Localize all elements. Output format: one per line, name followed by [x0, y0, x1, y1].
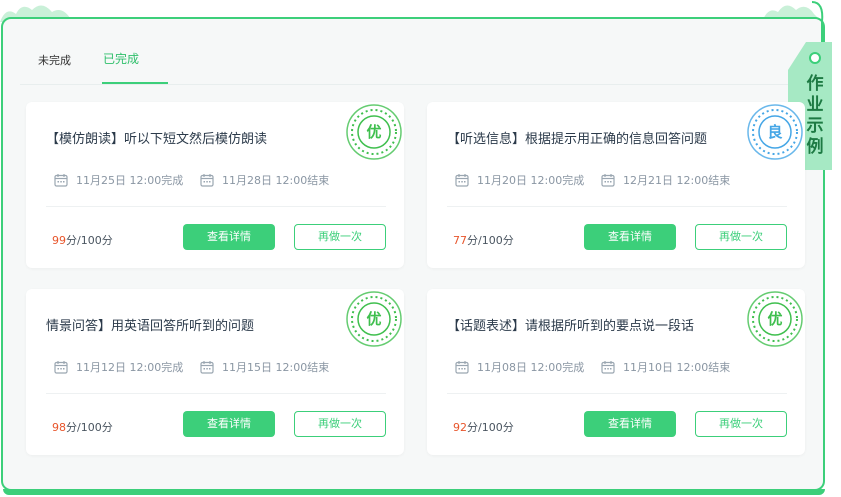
score: 77分/100分 — [453, 232, 514, 248]
calendar-icon — [54, 360, 68, 374]
status-tabs: 未完成 已完成 — [20, 44, 805, 85]
deadline-date-text: 11月28日 12:00结束 — [222, 174, 330, 187]
redo-button[interactable]: 再做一次 — [294, 411, 386, 437]
deadline-date-text: 11月10日 12:00结束 — [623, 361, 731, 374]
tag-char: 作 — [806, 74, 824, 94]
score-total: 分/100分 — [467, 234, 514, 247]
assignment-card: 【听选信息】根据提示用正确的信息回答问题 良 11月20日 12:00完成 12月21… — [427, 102, 805, 268]
completed-date-text: 11月20日 12:00完成 — [477, 174, 585, 187]
assignment-title: 【模仿朗读】听以下短文然后模仿朗读 — [46, 132, 268, 147]
completed-date: 11月25日 12:00完成 — [54, 172, 183, 188]
view-details-button[interactable]: 查看详情 — [183, 411, 275, 437]
assignment-card: 【话题表述】请根据所听到的要点说一段话 优 11月08日 12:00完成 11月10日… — [427, 289, 805, 455]
deadline-date: 11月15日 12:00结束 — [200, 359, 329, 375]
calendar-icon — [54, 173, 68, 187]
grade-stamp: 良 — [745, 102, 805, 162]
deadline-date: 11月10日 12:00结束 — [601, 359, 730, 375]
score-total: 分/100分 — [66, 234, 113, 247]
calendar-icon — [455, 360, 469, 374]
assignment-card: 情景问答】用英语回答所听到的问题 优 11月12日 12:00完成 11月15日 12… — [26, 289, 404, 455]
completed-date-text: 11月12日 12:00完成 — [76, 361, 184, 374]
completed-date: 11月12日 12:00完成 — [54, 359, 183, 375]
deadline-date: 12月21日 12:00结束 — [601, 172, 730, 188]
score: 99分/100分 — [52, 232, 113, 248]
view-details-button[interactable]: 查看详情 — [183, 224, 275, 250]
calendar-icon — [200, 360, 214, 374]
calendar-icon — [601, 360, 615, 374]
calendar-icon — [455, 173, 469, 187]
grade-stamp: 优 — [344, 289, 404, 349]
tag-label: 作 业 示 例 — [803, 74, 827, 158]
assignment-title: 情景问答】用英语回答所听到的问题 — [46, 319, 255, 334]
grade-text: 良 — [767, 123, 782, 141]
deadline-date: 11月28日 12:00结束 — [200, 172, 329, 188]
redo-button[interactable]: 再做一次 — [294, 224, 386, 250]
score-total: 分/100分 — [467, 421, 514, 434]
active-tab-indicator — [102, 82, 168, 84]
view-details-button[interactable]: 查看详情 — [584, 224, 676, 250]
calendar-icon — [601, 173, 615, 187]
score-total: 分/100分 — [66, 421, 113, 434]
assignment-title: 【听选信息】根据提示用正确的信息回答问题 — [447, 132, 708, 147]
tag-char: 示 — [806, 116, 824, 136]
score-value: 92 — [453, 421, 467, 434]
tag-char: 例 — [806, 137, 824, 157]
score-value: 99 — [52, 234, 66, 247]
grade-text: 优 — [366, 123, 381, 141]
completed-date-text: 11月25日 12:00完成 — [76, 174, 184, 187]
card-divider — [447, 206, 787, 207]
assignment-card: 【模仿朗读】听以下短文然后模仿朗读 优 11月25日 12:00完成 11月28日 1… — [26, 102, 404, 268]
score: 92分/100分 — [453, 419, 514, 435]
completed-date-text: 11月08日 12:00完成 — [477, 361, 585, 374]
completed-date: 11月08日 12:00完成 — [455, 359, 584, 375]
deadline-date-text: 11月15日 12:00结束 — [222, 361, 330, 374]
completed-date: 11月20日 12:00完成 — [455, 172, 584, 188]
deadline-date-text: 12月21日 12:00结束 — [623, 174, 731, 187]
grade-stamp: 优 — [344, 102, 404, 162]
calendar-icon — [200, 173, 214, 187]
card-divider — [46, 206, 386, 207]
card-divider — [46, 393, 386, 394]
tab-completed[interactable]: 已完成 — [103, 50, 139, 67]
redo-button[interactable]: 再做一次 — [695, 224, 787, 250]
redo-button[interactable]: 再做一次 — [695, 411, 787, 437]
tag-char: 业 — [806, 95, 824, 115]
grade-text: 优 — [767, 310, 782, 328]
score-value: 77 — [453, 234, 467, 247]
panel-bottom-border — [3, 489, 825, 495]
card-divider — [447, 393, 787, 394]
tab-incomplete[interactable]: 未完成 — [38, 52, 71, 68]
grade-text: 优 — [366, 310, 381, 328]
view-details-button[interactable]: 查看详情 — [584, 411, 676, 437]
score-value: 98 — [52, 421, 66, 434]
grade-stamp: 优 — [745, 289, 805, 349]
score: 98分/100分 — [52, 419, 113, 435]
assignment-title: 【话题表述】请根据所听到的要点说一段话 — [447, 319, 695, 334]
